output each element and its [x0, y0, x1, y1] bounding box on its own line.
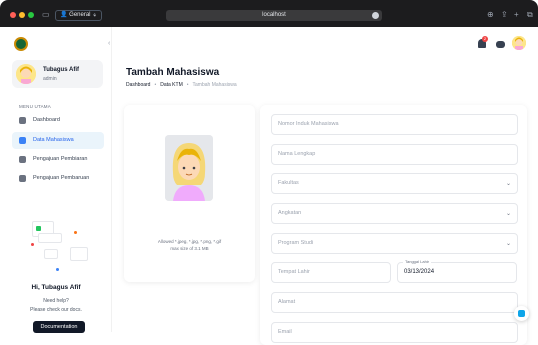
- profile-label: General: [69, 12, 91, 18]
- student-form: Nomor Induk Mahasiswa Nama Lengkap Fakul…: [260, 105, 527, 345]
- user-role: admin: [43, 76, 57, 82]
- avatar: [16, 64, 36, 84]
- sidebar-item-pengajuan-pembaruan[interactable]: Pengajuan Pembaruan: [12, 170, 104, 187]
- avatar[interactable]: [512, 36, 526, 50]
- sidebar-item-label: Pengajuan Pembiaran: [33, 156, 88, 162]
- university-logo[interactable]: [14, 37, 28, 51]
- sidebar: ‹ Tubagus Afif admin MENU UTAMA Dashboar…: [0, 27, 112, 333]
- photo-upload-button[interactable]: [165, 135, 213, 201]
- user-name: Tubagus Afif: [43, 67, 79, 73]
- document-icon: [38, 233, 62, 243]
- contacts-icon[interactable]: [496, 41, 505, 48]
- dashboard-icon: [19, 117, 26, 124]
- settings-icon: [518, 310, 525, 317]
- batch-placeholder: Angkatan: [278, 210, 302, 216]
- collapse-sidebar-icon[interactable]: ‹: [108, 40, 110, 47]
- birthdate-value: 03/13/2024: [404, 269, 435, 275]
- help-illustration: [28, 219, 94, 271]
- email-placeholder: Email: [278, 329, 292, 335]
- page-title: Tambah Mahasiswa: [126, 67, 220, 78]
- study-program-placeholder: Program Studi: [278, 240, 314, 246]
- menu-section-title: MENU UTAMA: [19, 104, 51, 109]
- reload-icon[interactable]: [372, 12, 379, 19]
- renewal-icon: [19, 175, 26, 182]
- help-title: Hi, Tubagus Afif: [31, 284, 81, 291]
- birthplace-field[interactable]: Tempat Lahir: [271, 262, 391, 283]
- photo-upload-card: Allowed *.jpeg, *.jpg, *.png, *.gif max …: [124, 105, 255, 282]
- profile-icon: 👤: [60, 12, 68, 18]
- birthplace-placeholder: Tempat Lahir: [278, 269, 310, 275]
- breadcrumb-current: Tambah Mahasiswa: [192, 82, 237, 88]
- nim-field[interactable]: Nomor Induk Mahasiswa: [271, 114, 518, 135]
- address-bar[interactable]: localhost: [166, 10, 382, 21]
- new-tab-icon[interactable]: +: [514, 10, 519, 20]
- document-icon: [44, 249, 58, 259]
- full-name-field[interactable]: Nama Lengkap: [271, 144, 518, 165]
- document-icon: [70, 247, 88, 261]
- submission-icon: [19, 156, 26, 163]
- minimize-window-button[interactable]: [19, 12, 25, 18]
- back-icon[interactable]: ‹: [93, 10, 96, 20]
- chevron-down-icon: ⌄: [505, 211, 511, 217]
- tab-overview-icon[interactable]: ⧉: [527, 10, 533, 20]
- share-icon[interactable]: ⇪: [501, 10, 508, 20]
- breadcrumb-link-data-ktm[interactable]: Data KTM: [160, 82, 183, 88]
- nim-placeholder: Nomor Induk Mahasiswa: [278, 121, 339, 127]
- documentation-button[interactable]: Documentation: [33, 321, 85, 333]
- sidebar-item-label: Data Mahasiswa: [33, 137, 74, 143]
- chevron-down-icon: ⌄: [505, 241, 511, 247]
- students-icon: [19, 137, 26, 144]
- study-program-select[interactable]: Program Studi ⌄: [271, 233, 518, 254]
- maximize-window-button[interactable]: [28, 12, 34, 18]
- browser-toolbar: ▭ 👤 General ⌄ ‹ localhost ⊕ ⇪ + ⧉: [0, 0, 538, 27]
- user-card[interactable]: Tubagus Afif admin: [12, 60, 103, 88]
- batch-select[interactable]: Angkatan ⌄: [271, 203, 518, 224]
- breadcrumb: Dashboard • Data KTM • Tambah Mahasiswa: [126, 82, 237, 88]
- photo-max-size: max size of 3.1 MB: [170, 246, 209, 251]
- notification-badge: 2: [482, 36, 488, 42]
- sidebar-item-pengajuan-pembiaran[interactable]: Pengajuan Pembiaran: [12, 151, 104, 168]
- faculty-select[interactable]: Fakultas ⌄: [271, 173, 518, 194]
- help-text: Please check our docs.: [30, 307, 82, 313]
- url-text: localhost: [262, 12, 286, 18]
- avatar-placeholder: [165, 135, 213, 201]
- close-window-button[interactable]: [10, 12, 16, 18]
- sidebar-item-label: Dashboard: [33, 117, 60, 123]
- address-field[interactable]: Alamat: [271, 292, 518, 313]
- settings-fab-button[interactable]: [514, 306, 529, 321]
- address-placeholder: Alamat: [278, 299, 296, 305]
- sidebar-toggle-icon[interactable]: ▭: [42, 10, 50, 20]
- sidebar-item-data-mahasiswa[interactable]: Data Mahasiswa: [12, 132, 104, 149]
- faculty-placeholder: Fakultas: [278, 180, 299, 186]
- email-field[interactable]: Email: [271, 322, 518, 343]
- sidebar-item-dashboard[interactable]: Dashboard: [12, 112, 104, 129]
- download-icon[interactable]: ⊕: [487, 10, 494, 20]
- birthdate-field[interactable]: Tanggal Lahir 03/13/2024: [397, 259, 517, 283]
- photo-allowed-types: Allowed *.jpeg, *.jpg, *.png, *.gif: [157, 239, 222, 244]
- breadcrumb-link-dashboard[interactable]: Dashboard: [126, 82, 150, 88]
- help-text: Need help?: [43, 298, 69, 304]
- sidebar-item-label: Pengajuan Pembaruan: [33, 175, 90, 181]
- app-page: ‹ Tubagus Afif admin MENU UTAMA Dashboar…: [0, 27, 538, 345]
- chevron-down-icon: ⌄: [505, 181, 511, 187]
- full-name-placeholder: Nama Lengkap: [278, 151, 316, 157]
